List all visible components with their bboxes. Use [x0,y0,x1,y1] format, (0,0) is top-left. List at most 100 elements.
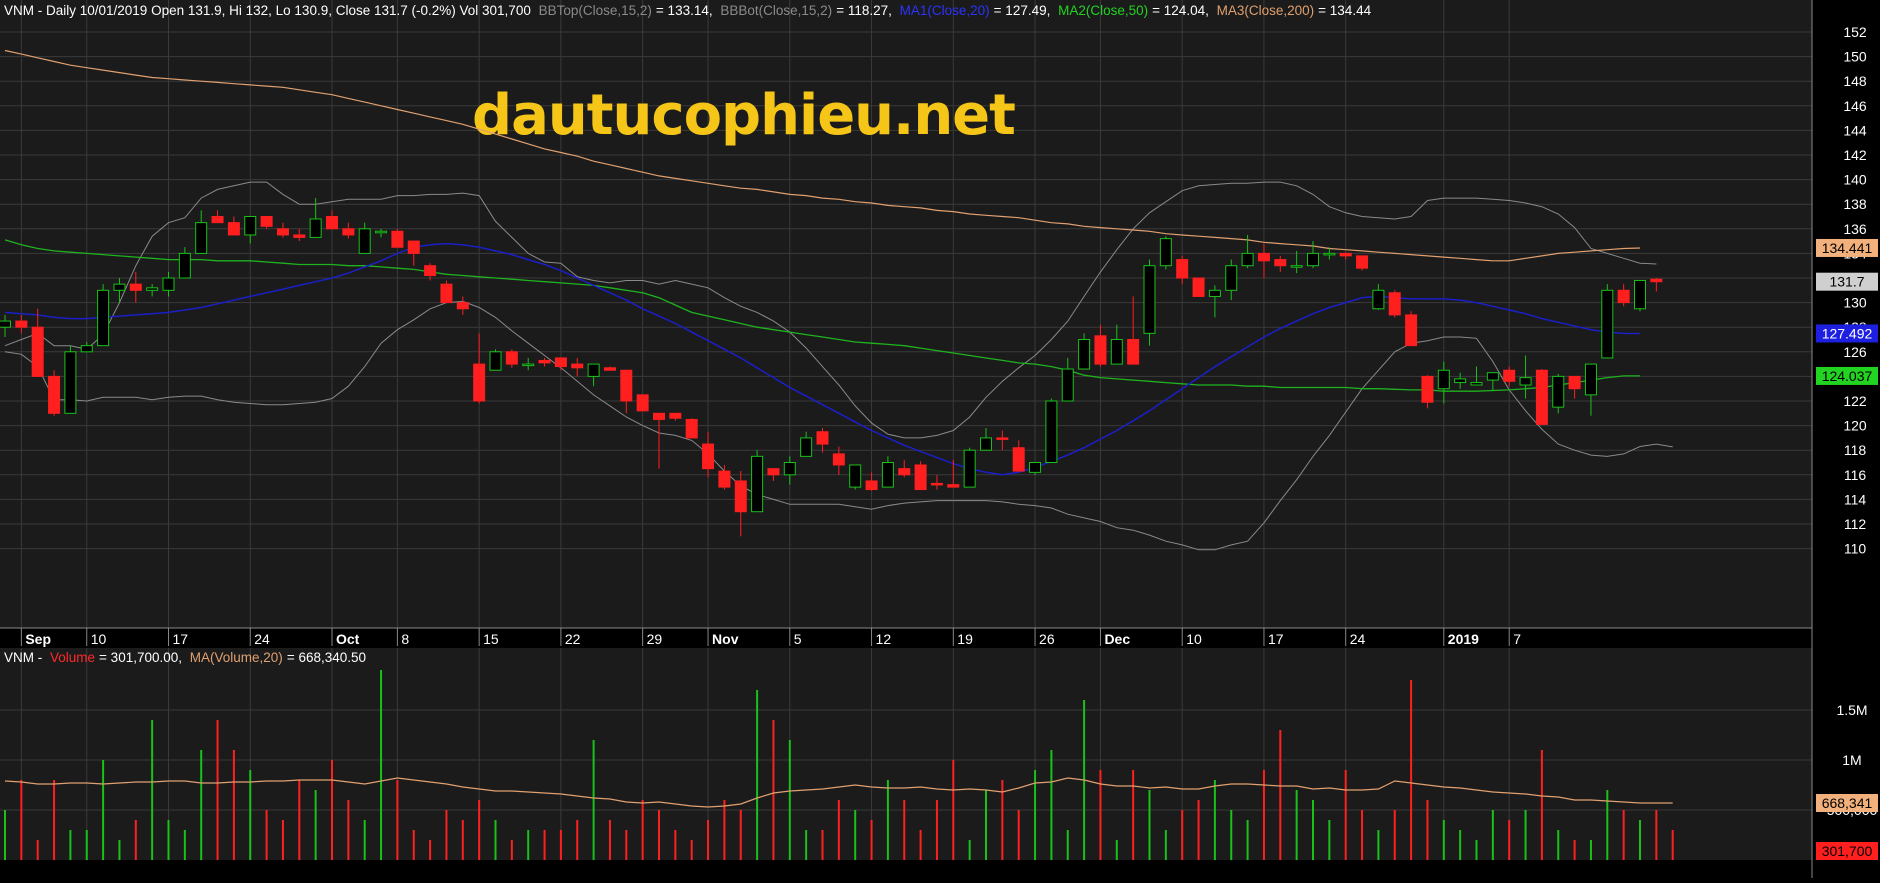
candle-up [1061,368,1074,402]
candle-down [1257,252,1270,262]
x-tick-label: 10 [91,631,107,647]
x-tick-label: 17 [1268,631,1284,647]
price-tick-label: 120 [1843,418,1867,434]
x-tick-label: 2019 [1448,631,1479,647]
candle-up [800,437,813,457]
last-price-badge: 131.7 [1829,274,1864,290]
volume-prefix: VNM - [4,650,42,665]
candle-down [1127,339,1140,365]
x-tick-label: Dec [1104,631,1130,647]
x-tick-label: 17 [173,631,189,647]
volume-ma-value: = 668,340.50 [287,650,366,665]
candle-down [702,443,715,470]
candle-down [15,320,28,328]
candle-down [424,265,437,277]
candle-up [0,320,11,328]
candle-up [64,351,77,414]
candle-up [309,218,322,238]
candle-down [1388,292,1401,316]
candle-up [783,462,796,476]
bbbot-value: = 118.27, [836,3,892,18]
volume-tick-label: 1.5M [1836,702,1867,718]
candle-down [1405,314,1418,347]
x-tick-label: 24 [254,631,270,647]
price-tick-label: 148 [1843,73,1867,89]
candle-down [669,412,682,419]
candle-down [538,359,551,364]
candle-down [734,480,747,513]
header-line: VNM - Daily 10/01/2019 Open 131.9, Hi 13… [4,3,1372,18]
candle-down [1503,369,1516,382]
price-tick-label: 130 [1843,295,1867,311]
x-tick-label: 5 [794,631,802,647]
candle-down [898,468,911,476]
x-tick-label: 26 [1039,631,1055,647]
candle-up [1584,363,1597,396]
volume-panel [0,648,1812,860]
candle-down [767,468,780,476]
volume-value: = 301,700.00, [99,650,182,665]
volume-ma-badge: 668,341 [1822,795,1873,811]
price-tick-label: 136 [1843,221,1867,237]
candle-down [1094,335,1107,365]
ma1-badge: 127.492 [1822,325,1873,341]
candle-up [1601,289,1614,359]
x-tick-label: 29 [647,631,663,647]
ma3-value: = 134.44 [1318,3,1371,18]
price-tick-label: 144 [1843,122,1867,138]
candle-down [1535,369,1548,425]
candle-up [1110,339,1123,365]
candle-down [276,228,289,236]
price-tick-label: 142 [1843,147,1867,163]
candle-up [1323,252,1336,256]
volume-label: Volume [50,650,95,665]
price-tick-label: 150 [1843,49,1867,65]
candle-up [80,345,93,353]
x-tick-label: Sep [25,631,51,647]
x-tick-label: 12 [876,631,892,647]
candle-down [1421,375,1434,403]
candle-up [849,464,862,488]
candle-up [1208,289,1221,297]
candle-down [342,228,355,236]
candle-up [1552,375,1565,408]
candle-down [407,240,420,254]
watermark: dautucophieu.net [472,83,1015,148]
candle-up [162,277,175,291]
candle-down [1274,259,1287,267]
candle-up [980,437,992,451]
ma1-label: MA1(Close,20) [900,3,990,18]
price-tick-label: 116 [1844,467,1867,483]
price-tick-label: 146 [1843,98,1867,114]
candle-down [211,216,224,224]
candle-down [832,453,845,466]
candle-down [816,431,829,445]
candle-down [1012,447,1025,472]
ma3-badge: 134.441 [1822,240,1873,256]
candle-down [914,464,927,491]
x-tick-label: 10 [1186,631,1202,647]
candle-up [1519,377,1532,386]
candle-down [996,437,1009,440]
x-tick-label: 24 [1350,631,1366,647]
candle-up [489,351,502,371]
price-tick-label: 114 [1844,491,1867,507]
stock-chart: dautucophieu.net Sep 10 17 24 Oct 8 15 22 29 Nov 5… [0,0,1880,878]
x-tick-label: 22 [565,631,581,647]
candle-down [473,363,486,402]
price-tick-label: 138 [1843,196,1867,212]
price-tick-label: 140 [1843,172,1867,188]
candle-up [244,216,257,236]
candle-up [963,449,976,488]
candle-up [1029,462,1042,473]
header-main: VNM - Daily 10/01/2019 Open 131.9, Hi 13… [4,3,531,18]
x-tick-label: 19 [957,631,973,647]
candle-up [375,230,388,234]
ma2-badge: 124.037 [1822,368,1873,384]
candle-down [1356,255,1369,269]
candle-up [1486,372,1499,381]
candle-down [1192,277,1205,297]
x-tick-label: 7 [1513,631,1521,647]
bbbot-label: BBBot(Close,15,2) [720,3,832,18]
volume-ma-label: MA(Volume,20) [190,650,283,665]
